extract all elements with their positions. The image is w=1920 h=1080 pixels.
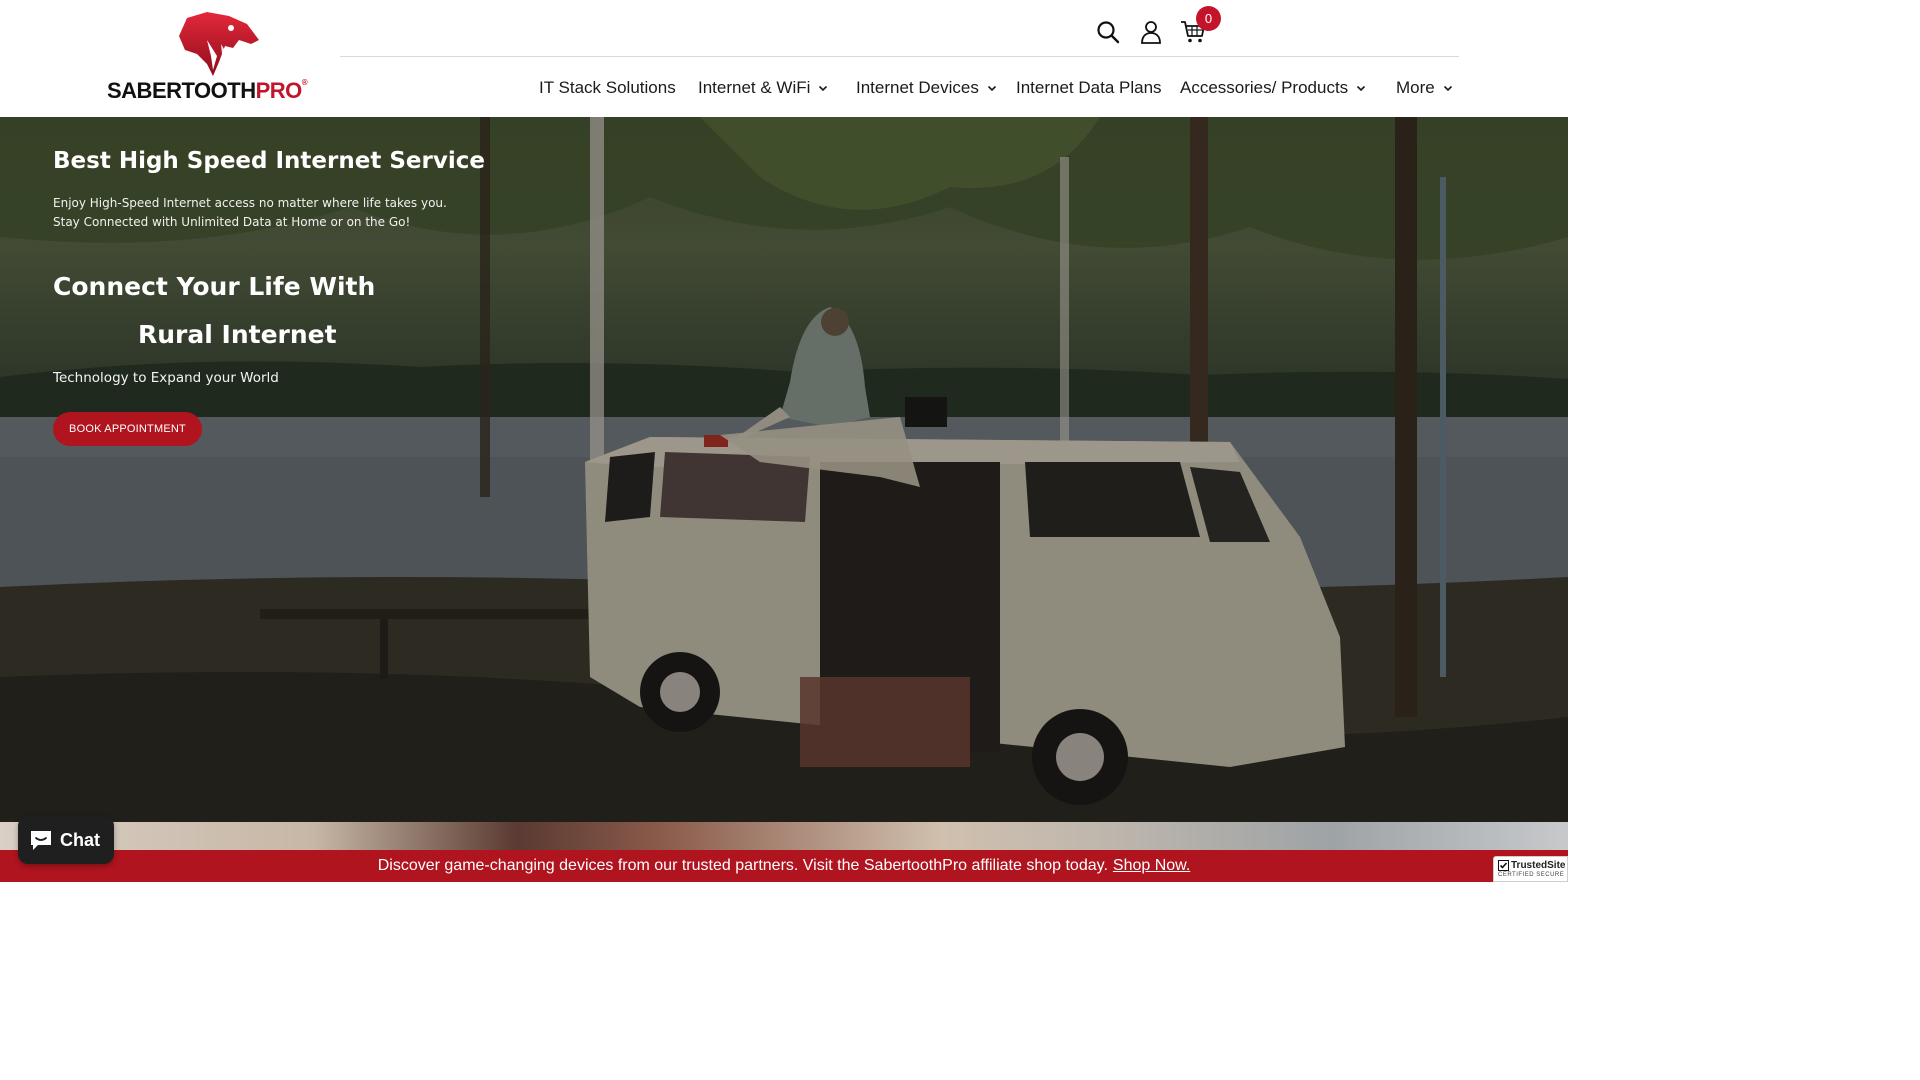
chevron-down-icon	[1443, 83, 1453, 93]
nav-item-it-stack-solutions[interactable]: IT Stack Solutions	[539, 74, 676, 102]
hero-tagline: Technology to Expand your World	[53, 370, 279, 386]
chevron-down-icon	[1356, 83, 1366, 93]
nav-item-accessories-products[interactable]: Accessories/ Products	[1180, 74, 1366, 102]
chat-bubble-icon	[31, 831, 51, 850]
trustedsite-name: TrustedSite	[1511, 860, 1566, 871]
nav-item-label: IT Stack Solutions	[539, 78, 676, 97]
nav-item-label: Internet Data Plans	[1016, 78, 1162, 97]
hero-heading-line-1: Connect Your Life With	[53, 272, 376, 301]
nav-item-internet-wifi[interactable]: Internet & WiFi	[698, 74, 828, 102]
announcement-bar: Discover game-changing devices from our …	[0, 850, 1568, 882]
nav-item-label: Accessories/ Products	[1180, 78, 1349, 97]
main-nav: IT Stack Solutions Internet & WiFi Inter…	[0, 74, 1568, 102]
hero-heading-line-2: Rural Internet	[138, 320, 337, 349]
account-button[interactable]	[1137, 18, 1165, 46]
book-appointment-button[interactable]: BOOK APPOINTMENT	[53, 412, 202, 446]
site-header: SABERTOOTHPRO® 0 IT Stack Solutions Inte…	[0, 0, 1568, 117]
cart-count-badge: 0	[1196, 6, 1221, 31]
chevron-down-icon	[987, 83, 997, 93]
trustedsite-badge[interactable]: TrustedSite CERTIFIED SECURE	[1493, 856, 1568, 882]
hero-subtitle-line: Enjoy High-Speed Internet access no matt…	[53, 196, 447, 210]
trustedsite-subtext: CERTIFIED SECURE	[1498, 872, 1565, 878]
next-section-image	[0, 822, 1568, 852]
checkmark-icon	[1498, 860, 1509, 871]
search-button[interactable]	[1094, 18, 1122, 46]
sabertooth-logo-icon	[179, 12, 259, 76]
hero-title: Best High Speed Internet Service	[53, 148, 485, 174]
account-icon	[1141, 21, 1161, 44]
header-divider	[340, 56, 1459, 57]
nav-item-internet-data-plans[interactable]: Internet Data Plans	[1016, 74, 1162, 102]
hero-subtitle: Enjoy High-Speed Internet access no matt…	[53, 194, 453, 232]
nav-item-internet-devices[interactable]: Internet Devices	[856, 74, 997, 102]
hero-subtitle-line: Stay Connected with Unlimited Data at Ho…	[53, 215, 411, 229]
nav-item-label: Internet Devices	[856, 78, 979, 97]
nav-item-label: Internet & WiFi	[698, 78, 811, 97]
shop-now-link[interactable]: Shop Now.	[1113, 857, 1190, 875]
announcement-text: Discover game-changing devices from our …	[377, 857, 1108, 874]
chat-label: Chat	[60, 829, 100, 850]
nav-item-label: More	[1396, 78, 1435, 97]
search-icon	[1097, 21, 1120, 44]
nav-item-more[interactable]: More	[1396, 74, 1453, 102]
chat-button[interactable]: Chat	[18, 816, 114, 864]
chevron-down-icon	[818, 83, 828, 93]
